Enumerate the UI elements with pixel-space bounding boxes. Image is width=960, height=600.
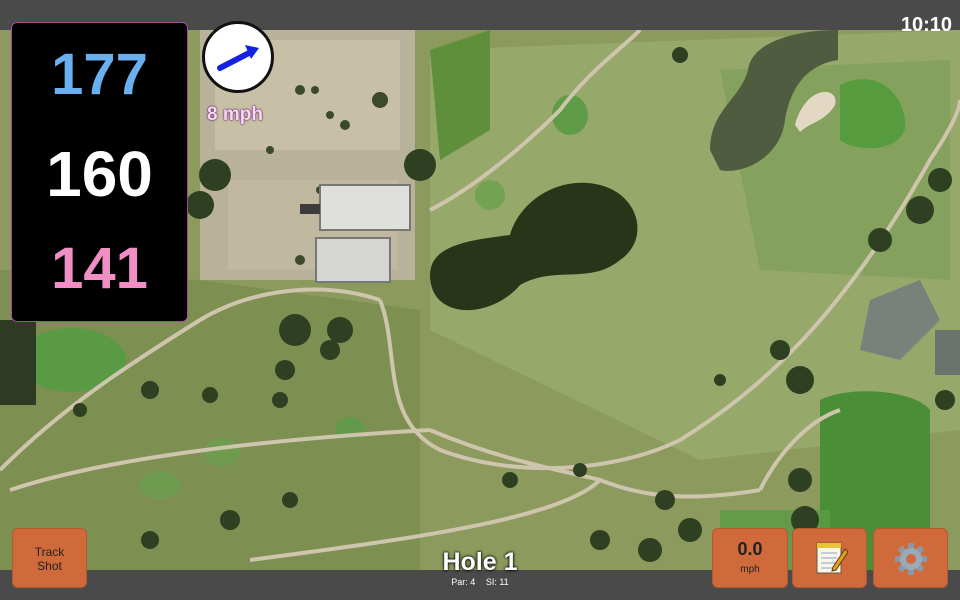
wind-direction-indicator [202,21,274,93]
arrow-icon [217,45,259,71]
middle-yardage: 160 [46,138,153,210]
track-shot-button[interactable]: Track Shot [12,528,87,588]
notepad-icon [816,542,849,574]
clock: 10:10 [900,14,952,36]
yardage-panel: 177 160 141 [11,22,188,322]
hole-par: Par: 4 [451,577,476,587]
settings-button[interactable] [873,528,948,588]
back-yardage: 177 [51,42,148,107]
wind-speed-label: 8 mph [207,104,263,125]
wind-speed-button[interactable]: 0.0 mph [712,528,788,588]
hole-stroke-index: SI: 11 [485,577,509,587]
notes-button[interactable] [792,528,867,588]
wind-speed-value: 0.0 [737,539,763,559]
track-shot-label-line2: Shot [37,559,62,573]
wind-speed-unit: mph [740,564,760,575]
hole-title: Hole 1 [442,548,518,576]
track-shot-label-line1: Track [34,545,65,559]
gear-icon [895,543,927,575]
front-yardage: 141 [51,236,148,301]
hole-info: Par: 4 SI: 11 [380,577,580,587]
